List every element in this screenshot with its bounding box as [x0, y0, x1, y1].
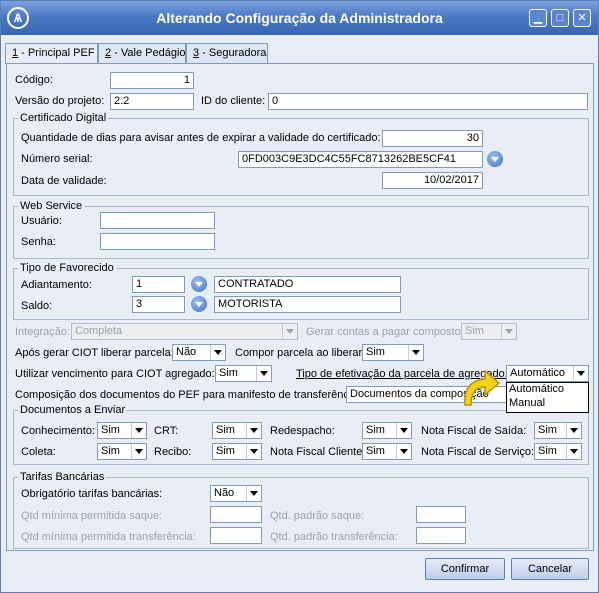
senha-field[interactable] [100, 233, 215, 250]
usuario-label: Usuário: [21, 215, 62, 227]
adiantamento-label: Adiantamento: [21, 279, 92, 291]
adiantamento-desc-field: CONTRATADO [214, 276, 401, 293]
dias-field[interactable]: 30 [382, 130, 483, 147]
qtd-min-saque-label: Qtd mínima permitida saque: [21, 510, 163, 522]
certificado-title: Certificado Digital [18, 112, 109, 124]
usuario-field[interactable] [100, 212, 215, 229]
validade-label: Data de validade: [21, 175, 107, 187]
saldo-label: Saldo: [21, 300, 53, 312]
saldo-lookup-icon[interactable] [191, 296, 207, 312]
qtd-min-saque-field[interactable] [210, 506, 262, 523]
dias-label: Quantidade de dias para avisar antes de … [21, 132, 381, 144]
favorecido-title: Tipo de Favorecido [18, 262, 116, 274]
obrigatorio-label: Obrigatório tarifas bancárias: [21, 488, 163, 500]
webservice-title: Web Service [18, 200, 85, 212]
tipo-efet-select[interactable]: Automático [506, 365, 589, 382]
serial-label: Número serial: [21, 153, 93, 165]
validade-field[interactable]: 10/02/2017 [382, 172, 483, 189]
tarifas-title: Tarifas Bancárias [18, 471, 107, 483]
saldo-desc-field: MOTORISTA [214, 296, 401, 313]
dialog-window: Ѧ Alterando Configuração da Administrado… [0, 0, 599, 593]
nf-cliente-label: Nota Fiscal Cliente: [270, 446, 366, 458]
close-icon[interactable]: ✕ [573, 9, 591, 27]
confirmar-button[interactable]: Confirmar [425, 558, 505, 580]
qtd-min-transf-field[interactable] [210, 527, 262, 544]
window-title: Alterando Configuração da Administradora [156, 10, 443, 26]
nf-saida-select[interactable]: Sim [534, 422, 582, 439]
gerar-contas-select: Sim [461, 323, 517, 340]
compor-select[interactable]: Sim [362, 344, 424, 361]
cancelar-button[interactable]: Cancelar [511, 558, 589, 580]
qtd-min-transf-label: Qtd mínima permitida transferência: [21, 531, 196, 543]
redespacho-label: Redespacho: [270, 425, 335, 437]
idcliente-label: ID do cliente: [201, 95, 266, 107]
title-bar: Ѧ Alterando Configuração da Administrado… [1, 1, 598, 35]
obrigatorio-select[interactable]: Não [210, 485, 262, 502]
serial-lookup-icon[interactable] [487, 151, 503, 167]
curved-arrow-cursor-icon [464, 369, 501, 406]
codigo-field[interactable]: 1 [110, 72, 194, 89]
nf-servico-select[interactable]: Sim [534, 443, 582, 460]
idcliente-field[interactable]: 0 [268, 93, 588, 110]
recibo-label: Recibo: [154, 446, 192, 458]
nf-servico-label: Nota Fiscal de Serviço: [421, 446, 535, 458]
dropdown-option-manual[interactable]: Manual [507, 397, 588, 411]
adiantamento-lookup-icon[interactable] [191, 276, 207, 292]
serial-field[interactable]: 0FD003C9E3DC4C55FC8713262BE5CF41 [238, 151, 483, 168]
documentos-title: Documentos a Enviar [18, 404, 128, 416]
conhecimento-select[interactable]: Sim [97, 422, 147, 439]
redespacho-select[interactable]: Sim [362, 422, 412, 439]
tab-principal-pef[interactable]: 1 - Principal PEF [5, 43, 98, 64]
nf-cliente-select[interactable]: Sim [362, 443, 412, 460]
saldo-code-field[interactable]: 3 [132, 296, 185, 313]
apos-gerar-label: Após gerar CIOT liberar parcela: [15, 347, 174, 359]
crt-label: CRT: [154, 425, 179, 437]
gerar-contas-label: Gerar contas a pagar composto: [306, 326, 464, 338]
composicao-label: Composição dos documentos do PEF para ma… [15, 389, 361, 401]
minimize-icon[interactable]: ▁ [529, 9, 547, 27]
versao-field[interactable]: 2.2 [110, 93, 194, 110]
integracao-label: Integração: [15, 326, 71, 338]
dropdown-option-automatico[interactable]: Automático [507, 383, 588, 397]
integracao-select: Completa [71, 323, 298, 340]
tab-seguradora[interactable]: 3 - Seguradora [186, 43, 268, 63]
conhecimento-label: Conhecimento: [21, 425, 95, 437]
nf-saida-label: Nota Fiscal de Saída: [421, 425, 527, 437]
coleta-select[interactable]: Sim [97, 443, 147, 460]
utilizar-label: Utilizar vencimento para CIOT agregado: [15, 368, 215, 380]
qtd-pad-saque-label: Qtd. padrão saque: [270, 510, 365, 522]
compor-label: Compor parcela ao liberar: [235, 347, 366, 359]
apos-gerar-select[interactable]: Não [172, 344, 226, 361]
tipo-efet-dropdown-list: Automático Manual [506, 382, 589, 413]
versao-label: Versão do projeto: [15, 95, 105, 107]
senha-label: Senha: [21, 236, 56, 248]
maximize-icon[interactable]: □ [551, 9, 569, 27]
codigo-label: Código: [15, 74, 53, 86]
crt-select[interactable]: Sim [212, 422, 262, 439]
recibo-select[interactable]: Sim [212, 443, 262, 460]
utilizar-select[interactable]: Sim [215, 365, 272, 382]
qtd-pad-transf-label: Qtd. padrão transferência: [270, 531, 398, 543]
adiantamento-code-field[interactable]: 1 [132, 276, 185, 293]
tab-vale-pedagio[interactable]: 2 - Vale Pedágio [98, 43, 186, 63]
coleta-label: Coleta: [21, 446, 56, 458]
qtd-pad-transf-field[interactable] [416, 527, 466, 544]
qtd-pad-saque-field[interactable] [416, 506, 466, 523]
